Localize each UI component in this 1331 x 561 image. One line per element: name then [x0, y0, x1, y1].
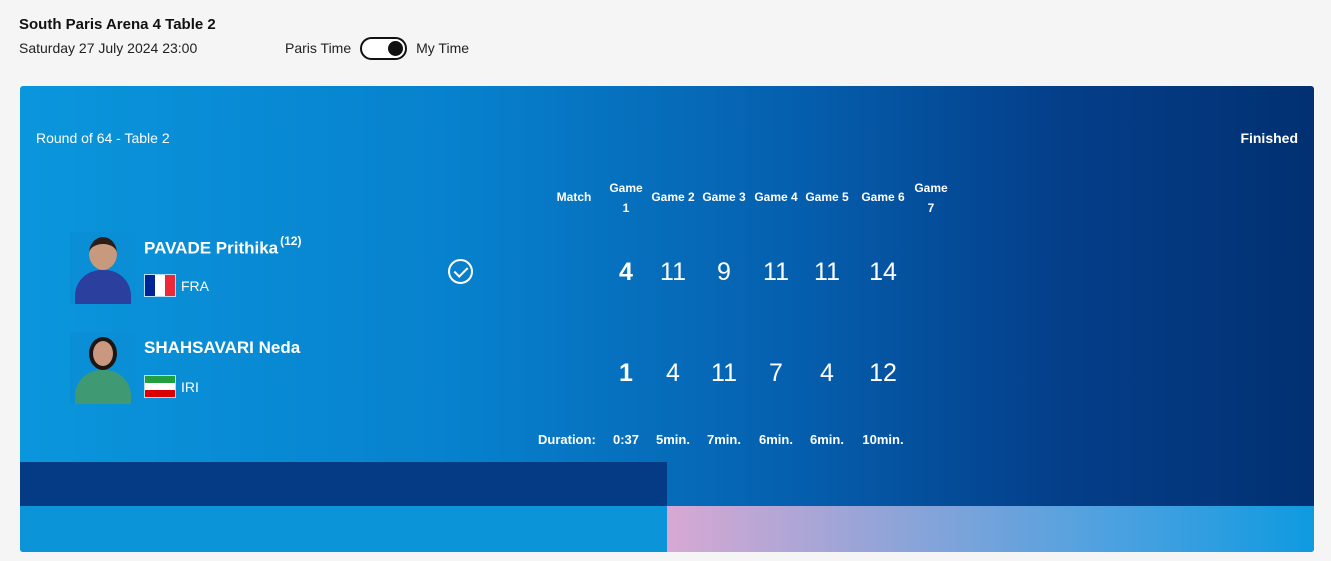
duration-game-2: 7min. — [707, 432, 741, 447]
duration-match: 0:37 — [612, 432, 640, 447]
col-header-game-4: Game 4 — [754, 190, 798, 204]
timezone-switch: Paris Time My Time — [285, 36, 469, 60]
player-2-game-2: 11 — [711, 359, 737, 387]
match-card[interactable]: Round of 64 - Table 2 Finished Match Gam… — [20, 86, 1314, 552]
player-2-name[interactable]: SHAHSAVARI Neda — [144, 338, 300, 358]
player-2-country: IRI — [181, 379, 199, 395]
decorative-band-blue — [20, 506, 667, 552]
duration-game-5: 10min. — [862, 432, 904, 447]
player-2-game-4: 4 — [820, 359, 834, 387]
decorative-band-dark — [20, 462, 667, 506]
player-1-game-3: 11 — [763, 258, 789, 286]
toggle-knob — [388, 40, 404, 56]
session-datetime: Saturday 27 July 2024 23:00 — [19, 40, 198, 56]
player-1-game-2: 9 — [717, 258, 731, 286]
duration-game-4: 6min. — [810, 432, 844, 447]
venue-title: South Paris Arena 4 Table 2 — [19, 16, 216, 33]
player-1-game-1: 11 — [660, 258, 686, 286]
col-header-game-7: Game 7 — [914, 181, 948, 215]
player-2-match-score: 1 — [619, 359, 633, 387]
france-flag-icon — [144, 274, 176, 297]
match-status: Finished — [1240, 130, 1298, 146]
winner-check-icon — [448, 259, 473, 284]
timezone-toggle[interactable] — [360, 36, 408, 60]
col-header-game-5: Game 5 — [805, 190, 849, 204]
duration-game-1: 5min. — [656, 432, 690, 447]
paris-time-label[interactable]: Paris Time — [285, 40, 351, 56]
player-1-avatar — [70, 232, 136, 304]
col-header-match: Match — [556, 190, 592, 204]
col-header-game-6: Game 6 — [861, 190, 905, 204]
player-1-game-4: 11 — [814, 258, 840, 286]
duration-label: Duration: — [538, 432, 596, 447]
col-header-game-3: Game 3 — [702, 190, 746, 204]
my-time-label[interactable]: My Time — [416, 40, 469, 56]
player-2-game-3: 7 — [769, 359, 783, 387]
player-1-game-5: 14 — [869, 258, 897, 286]
duration-game-3: 6min. — [759, 432, 793, 447]
iran-flag-icon — [144, 375, 176, 398]
player-2-game-1: 4 — [666, 359, 680, 387]
decorative-band-gradient — [667, 506, 1314, 552]
session-header: South Paris Arena 4 Table 2 Saturday 27 … — [19, 14, 1319, 74]
col-header-game-1: Game 1 — [609, 181, 643, 215]
player-1-name[interactable]: PAVADE Prithika (12) — [144, 234, 302, 259]
col-header-game-2: Game 2 — [651, 190, 695, 204]
player-1-match-score: 4 — [619, 258, 633, 286]
player-1-seed: (12) — [280, 234, 302, 248]
round-label: Round of 64 - Table 2 — [36, 130, 170, 146]
player-2-avatar — [70, 332, 136, 404]
player-1-country: FRA — [181, 278, 209, 294]
player-2-game-5: 12 — [869, 359, 897, 387]
